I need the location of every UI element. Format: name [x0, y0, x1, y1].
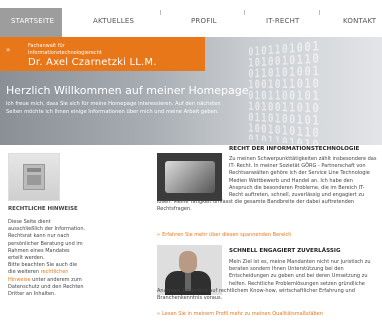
- nav-divider: [244, 10, 245, 15]
- nav-item-kontakt[interactable]: KONTAKT: [343, 17, 376, 25]
- nav-item-aktuelles[interactable]: AKTUELLES: [93, 17, 134, 25]
- portrait-head: [179, 251, 197, 273]
- section-text-reliable-body: Mein Ziel ist es, meine Mandanten nicht …: [157, 259, 377, 301]
- section-link-profile-label[interactable]: Lesen Sie in meinem Profil mehr zu meine…: [162, 311, 323, 317]
- hardware-photo: [165, 161, 215, 193]
- nav-item-it-recht[interactable]: IT-RECHT: [266, 17, 300, 25]
- binary-background-graphic: 0101101001 1010010110 0110101001 1001011…: [248, 37, 321, 145]
- hero-subtitle-line2: Informationstechnologierecht: [28, 50, 102, 56]
- it-law-image: [157, 153, 222, 201]
- section-text-fullwidth: lösen. Meine Tätigkeit umfasst die gesam…: [157, 199, 355, 213]
- main-navigation: STARTSEITE AKTUELLES PROFIL IT-RECHT KON…: [0, 0, 382, 37]
- name-banner: » Fachanwalt für Informationstechnologie…: [0, 37, 205, 71]
- chevron-right-icon: »: [157, 232, 161, 238]
- hero-banner: 0101101001 1010010110 0110101001 1001011…: [0, 37, 382, 145]
- section-title-reliable: SCHNELL ENGAGIERT ZUVERLÄSSIG: [229, 248, 341, 254]
- section-text-fullwidth: Analysen, basierend auf rechtlichem Know…: [157, 288, 355, 302]
- nav-divider: [319, 10, 320, 15]
- hero-subtitle-line1: Fachanwalt für: [28, 43, 65, 49]
- nav-item-profil[interactable]: PROFIL: [191, 17, 217, 25]
- section-title-it-law: RECHT DER INFORMATIONSTECHNOLOGIE: [229, 146, 360, 152]
- document-box-icon: [23, 164, 45, 190]
- section-text-reliable: Mein Ziel ist es, meine Mandanten nicht …: [157, 259, 377, 301]
- section-text-it-law: Zu meinen Schwerpunkttätigkeiten zählt i…: [157, 156, 377, 212]
- nav-divider: [160, 10, 161, 15]
- section-link-it-law[interactable]: » Erfahren Sie mehr über diesen spannende…: [157, 232, 291, 238]
- welcome-intro: Ich freue mich, dass Sie sich für meine …: [6, 101, 221, 115]
- section-text-column: Mein Ziel ist es, meine Mandanten nicht …: [229, 259, 371, 287]
- chevron-right-icon: »: [6, 46, 11, 54]
- nav-item-startseite[interactable]: STARTSEITE: [11, 17, 54, 25]
- legal-notice-text: Diese Seite dient ausschließlich der Inf…: [8, 219, 86, 298]
- lawyer-name: Dr. Axel Czarnetzki LL.M.: [28, 57, 157, 68]
- legal-notice-title: RECHTLICHE HINWEISE: [8, 206, 78, 212]
- chevron-right-icon: »: [157, 311, 161, 317]
- legal-notice-image: [8, 153, 60, 201]
- section-link-it-law-label[interactable]: Erfahren Sie mehr über diesen spannenden…: [162, 232, 291, 238]
- section-text-it-law-part1: Zu meinen Schwerpunkttätigkeiten zählt i…: [157, 156, 377, 212]
- section-link-profile[interactable]: » Lesen Sie in meinem Profil mehr zu mein…: [157, 311, 323, 317]
- section-text-column: Zu meinen Schwerpunkttätigkeiten zählt i…: [229, 156, 377, 199]
- welcome-headline: Herzlich Willkommen auf meiner Homepage: [6, 84, 249, 97]
- legal-notice-text-before: Diese Seite dient ausschließlich der Inf…: [8, 219, 86, 276]
